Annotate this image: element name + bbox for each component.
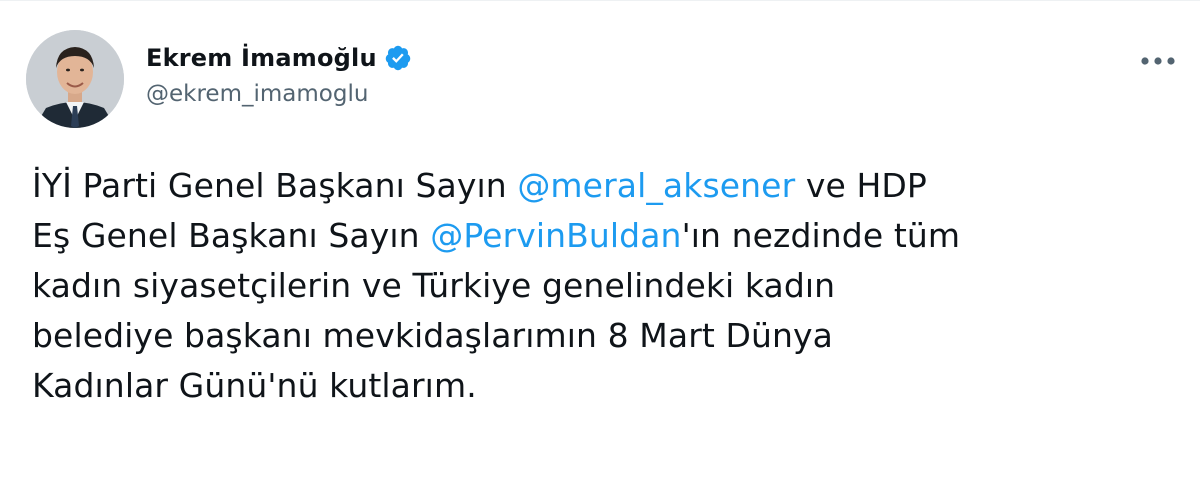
text-segment: ve HDP bbox=[795, 166, 927, 205]
tweet-text-line: belediye başkanı mevkidaşlarımın 8 Mart … bbox=[32, 311, 1182, 361]
more-options-button[interactable] bbox=[1130, 46, 1186, 76]
tweet-text-line: kadın siyasetçilerin ve Türkiye genelind… bbox=[32, 261, 1182, 311]
profile-photo-icon bbox=[26, 30, 124, 128]
tweet-text-line: Kadınlar Günü'nü kutlarım. bbox=[32, 361, 1182, 411]
tweet-card: Ekrem İmamoğlu @ekrem_imamoglu İYİ Parti… bbox=[0, 0, 1200, 493]
tweet-text-line: Eş Genel Başkanı Sayın @PervinBuldan'ın … bbox=[32, 211, 1182, 261]
tweet-text: İYİ Parti Genel Başkanı Sayın @meral_aks… bbox=[32, 161, 1182, 411]
text-segment: 'ın nezdinde tüm bbox=[681, 216, 961, 255]
verified-badge-icon bbox=[384, 44, 412, 72]
mention-link[interactable]: @PervinBuldan bbox=[430, 216, 681, 255]
author-handle[interactable]: @ekrem_imamoglu bbox=[146, 81, 368, 107]
tweet-text-line: İYİ Parti Genel Başkanı Sayın @meral_aks… bbox=[32, 161, 1182, 211]
text-segment: Eş Genel Başkanı Sayın bbox=[32, 216, 431, 255]
mention-link[interactable]: @meral_aksener bbox=[517, 166, 795, 205]
text-segment: belediye başkanı mevkidaşlarımın 8 Mart … bbox=[32, 316, 833, 355]
author-display-name[interactable]: Ekrem İmamoğlu bbox=[146, 44, 377, 72]
text-segment: kadın siyasetçilerin ve Türkiye genelind… bbox=[32, 266, 836, 305]
text-segment: Kadınlar Günü'nü kutlarım. bbox=[32, 366, 477, 405]
more-horizontal-icon bbox=[1141, 57, 1175, 65]
author-name-row: Ekrem İmamoğlu bbox=[146, 41, 412, 75]
text-segment: İYİ Parti Genel Başkanı Sayın bbox=[32, 166, 518, 205]
avatar[interactable] bbox=[26, 30, 124, 128]
